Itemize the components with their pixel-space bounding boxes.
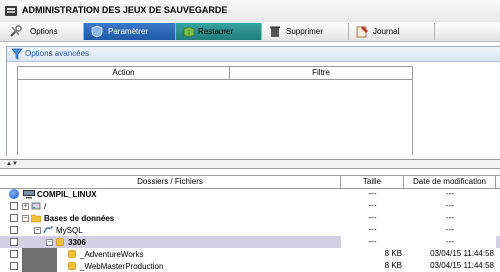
filter-icon bbox=[11, 48, 23, 60]
tab-journal[interactable]: Journal bbox=[349, 23, 435, 40]
tree-row-mysql[interactable]: − MySQL --- --- bbox=[0, 224, 500, 236]
select-checkbox[interactable] bbox=[10, 262, 18, 270]
date-value: 03/04/15 11:44:58 bbox=[430, 261, 494, 270]
size-value: --- bbox=[368, 201, 377, 210]
date-value: --- bbox=[404, 236, 496, 248]
tree-item-label: Bases de données bbox=[44, 214, 115, 223]
files-tree-table: Dossiers / Fichiers Taille Date de modif… bbox=[0, 175, 500, 272]
journal-icon bbox=[356, 26, 368, 38]
tree-item-label: _WebMasterProduction bbox=[80, 262, 164, 271]
tab-options-label: Options bbox=[30, 27, 58, 36]
shield-icon bbox=[91, 25, 103, 38]
size-value: 8 KB bbox=[384, 261, 402, 270]
advanced-options-panel: Options avancées Action Filtre bbox=[6, 46, 500, 156]
drive-icon bbox=[31, 202, 41, 210]
date-value: --- bbox=[446, 225, 454, 234]
tab-parametrer[interactable]: Paramètrer bbox=[84, 23, 176, 40]
tree-item-label: MySQL bbox=[56, 226, 83, 235]
collapse-arrows-icon[interactable]: ▲▼ bbox=[6, 160, 18, 168]
tree-indent-bar bbox=[22, 260, 57, 272]
select-checkbox[interactable] bbox=[10, 226, 18, 234]
tab-supprimer[interactable]: Supprimer bbox=[262, 23, 349, 40]
computer-icon bbox=[23, 190, 35, 199]
select-checkbox[interactable] bbox=[10, 238, 18, 246]
tree-indent-bar bbox=[22, 248, 57, 260]
advanced-options-title: Options avancées bbox=[25, 49, 90, 58]
collapse-icon[interactable]: − bbox=[46, 239, 53, 246]
delete-icon bbox=[270, 26, 280, 37]
advanced-options-header[interactable]: Options avancées bbox=[7, 47, 500, 62]
tree-item-label: 3306 bbox=[68, 238, 86, 247]
tree-row-webmasterproduction[interactable]: _WebMasterProduction 8 KB 03/04/15 11:44… bbox=[0, 260, 500, 272]
size-value: --- bbox=[368, 225, 377, 234]
files-table-header: Dossiers / Fichiers Taille Date de modif… bbox=[0, 175, 500, 189]
date-value: --- bbox=[446, 201, 454, 210]
database-folder-icon bbox=[31, 214, 41, 223]
size-value: --- bbox=[368, 189, 377, 198]
tree-row-compil-linux[interactable]: COMPIL_LINUX --- --- bbox=[0, 188, 500, 200]
collapse-icon[interactable]: − bbox=[22, 215, 29, 222]
tree-row-bases-de-donnees[interactable]: − Bases de données --- --- bbox=[0, 212, 500, 224]
tree-item-label: / bbox=[44, 202, 47, 211]
tab-restaurer-label: Restaurer bbox=[198, 27, 234, 36]
title-bar: ADMINISTRATION DES JEUX DE SAUVEGARDE bbox=[0, 0, 500, 23]
action-filter-grid: Action Filtre bbox=[17, 66, 413, 155]
column-action[interactable]: Action bbox=[18, 67, 230, 79]
tab-bar: Options Paramètrer Restaurer Supprimer J… bbox=[0, 22, 500, 42]
size-value: --- bbox=[341, 236, 404, 248]
app-logo-icon bbox=[5, 6, 17, 16]
collapse-icon[interactable]: − bbox=[34, 227, 41, 234]
database-icon bbox=[56, 237, 64, 247]
tree-item-label: COMPIL_LINUX bbox=[37, 190, 97, 199]
wrench-icon bbox=[10, 25, 22, 37]
grid-header: Action Filtre bbox=[18, 67, 412, 80]
window-title: ADMINISTRATION DES JEUX DE SAUVEGARDE bbox=[22, 5, 228, 15]
column-taille[interactable]: Taille bbox=[341, 176, 404, 188]
database-icon bbox=[68, 249, 76, 259]
date-value: --- bbox=[446, 189, 454, 198]
tab-options[interactable]: Options bbox=[4, 23, 84, 40]
tree-item-label: _AdventureWorks bbox=[80, 250, 144, 259]
tab-journal-label: Journal bbox=[373, 27, 400, 36]
tab-supprimer-label: Supprimer bbox=[286, 27, 323, 36]
date-value: --- bbox=[446, 213, 454, 222]
column-filtre[interactable]: Filtre bbox=[230, 67, 412, 79]
select-checkbox[interactable] bbox=[10, 202, 18, 210]
column-date-modification[interactable]: Date de modification bbox=[404, 176, 496, 188]
size-value: --- bbox=[368, 213, 377, 222]
select-checkbox[interactable] bbox=[10, 250, 18, 258]
panel-splitter[interactable]: ▲▼ bbox=[0, 159, 500, 169]
tree-row-root[interactable]: + / --- --- bbox=[0, 200, 500, 212]
restore-box-icon bbox=[183, 26, 195, 38]
select-checkbox[interactable] bbox=[10, 214, 18, 222]
size-value: 8 KB bbox=[384, 249, 402, 258]
tab-restaurer[interactable]: Restaurer bbox=[176, 23, 262, 40]
mysql-icon bbox=[43, 225, 53, 234]
tree-row-3306[interactable]: − 3306 --- --- bbox=[0, 236, 500, 248]
date-value: 03/04/15 11:44:58 bbox=[430, 249, 494, 258]
tab-parametrer-label: Paramètrer bbox=[108, 27, 149, 36]
tree-row-adventureworks[interactable]: _AdventureWorks 8 KB 03/04/15 11:44:58 bbox=[0, 248, 500, 260]
column-dossiers-fichiers[interactable]: Dossiers / Fichiers bbox=[0, 176, 341, 188]
expand-icon[interactable]: + bbox=[22, 203, 29, 210]
select-radio[interactable] bbox=[9, 189, 19, 199]
